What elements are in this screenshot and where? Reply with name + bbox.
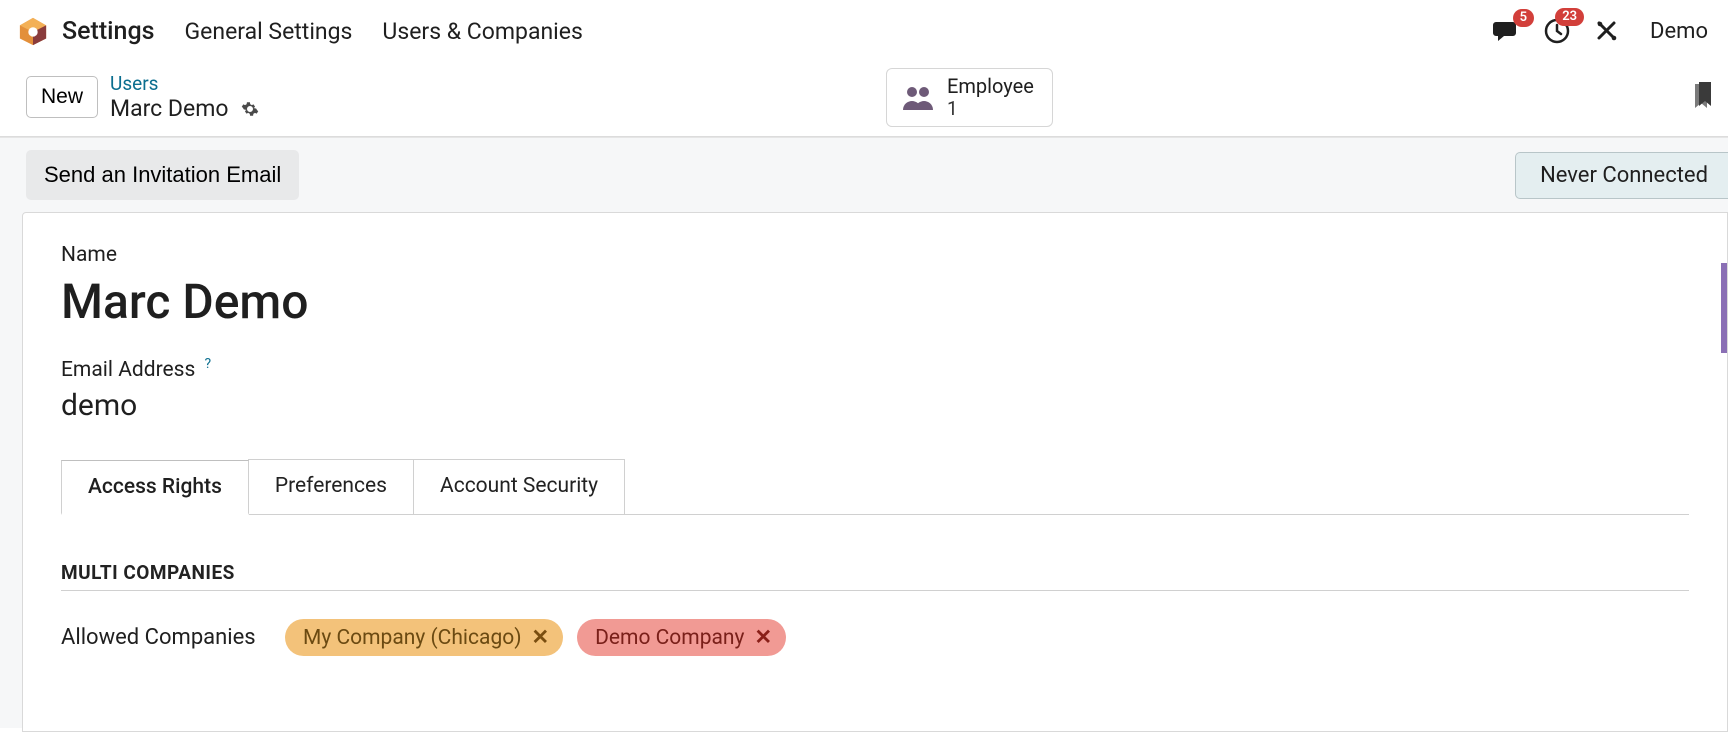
allowed-companies-row: Allowed Companies My Company (Chicago) ✕ … bbox=[61, 619, 1689, 656]
breadcrumb-current-label: Marc Demo bbox=[110, 95, 229, 122]
company-tag[interactable]: My Company (Chicago) ✕ bbox=[285, 619, 563, 656]
app-title[interactable]: Settings bbox=[62, 17, 155, 46]
email-label-text: Email Address bbox=[61, 358, 195, 382]
systray: 5 23 Demo bbox=[1492, 18, 1708, 44]
activity-badge: 23 bbox=[1555, 8, 1584, 26]
employees-icon bbox=[901, 84, 935, 112]
tag-remove-icon[interactable]: ✕ bbox=[532, 625, 550, 650]
form-sheet: Name Marc Demo Email Address ? demo Acce… bbox=[22, 212, 1728, 732]
email-field[interactable]: demo bbox=[61, 388, 1689, 423]
email-label: Email Address ? bbox=[61, 356, 1689, 382]
menu-general-settings[interactable]: General Settings bbox=[185, 18, 353, 45]
new-button[interactable]: New bbox=[26, 76, 98, 118]
gear-icon[interactable] bbox=[241, 100, 259, 118]
email-help-icon[interactable]: ? bbox=[205, 356, 212, 372]
status-bar: Send an Invitation Email Never Connected bbox=[0, 150, 1728, 212]
tab-access-rights[interactable]: Access Rights bbox=[61, 460, 249, 515]
tab-preferences[interactable]: Preferences bbox=[248, 459, 414, 514]
send-invitation-button[interactable]: Send an Invitation Email bbox=[26, 150, 299, 200]
menu-users-companies[interactable]: Users & Companies bbox=[382, 18, 582, 45]
allowed-companies-field[interactable]: My Company (Chicago) ✕ Demo Company ✕ bbox=[285, 619, 786, 656]
allowed-companies-label: Allowed Companies bbox=[61, 625, 261, 650]
app-logo-icon[interactable] bbox=[18, 16, 48, 46]
discuss-icon[interactable]: 5 bbox=[1492, 19, 1520, 43]
section-multi-companies: MULTI COMPANIES bbox=[61, 561, 1689, 591]
tag-remove-icon[interactable]: ✕ bbox=[754, 625, 772, 650]
status-never-connected[interactable]: Never Connected bbox=[1515, 152, 1728, 199]
activity-icon[interactable]: 23 bbox=[1544, 18, 1570, 44]
employee-stat-label: Employee bbox=[947, 75, 1034, 97]
control-panel: New Users Marc Demo Employee 1 bbox=[0, 62, 1728, 137]
tab-account-security[interactable]: Account Security bbox=[413, 459, 625, 514]
breadcrumb: Users Marc Demo bbox=[110, 72, 259, 122]
company-tag[interactable]: Demo Company ✕ bbox=[577, 619, 786, 656]
employee-stat-button[interactable]: Employee 1 bbox=[886, 68, 1053, 127]
form-body: Send an Invitation Email Never Connected… bbox=[0, 137, 1728, 728]
notebook-tabs: Access Rights Preferences Account Securi… bbox=[61, 459, 1689, 515]
employee-stat-count: 1 bbox=[947, 97, 1034, 120]
user-menu[interactable]: Demo bbox=[1650, 19, 1708, 44]
company-tag-label: My Company (Chicago) bbox=[303, 626, 522, 650]
top-navbar: Settings General Settings Users & Compan… bbox=[0, 0, 1728, 62]
name-label: Name bbox=[61, 243, 1689, 267]
breadcrumb-users-link[interactable]: Users bbox=[110, 72, 259, 95]
bookmark-icon[interactable] bbox=[1692, 82, 1714, 110]
debug-tools-icon[interactable] bbox=[1594, 18, 1620, 44]
company-tag-label: Demo Company bbox=[595, 626, 744, 650]
name-field[interactable]: Marc Demo bbox=[61, 273, 1689, 330]
discuss-badge: 5 bbox=[1513, 9, 1534, 27]
breadcrumb-current: Marc Demo bbox=[110, 95, 259, 122]
